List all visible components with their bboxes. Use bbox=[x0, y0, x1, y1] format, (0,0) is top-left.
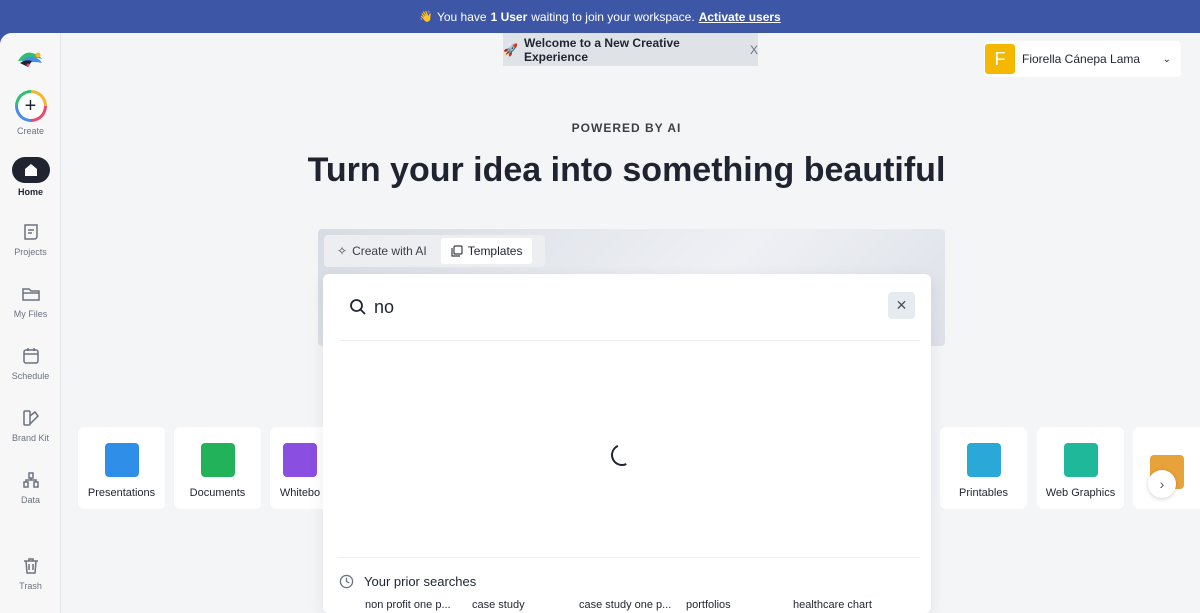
close-icon: ✕ bbox=[895, 297, 908, 313]
prior-search-item[interactable]: case study bbox=[472, 599, 579, 611]
web-graphics-icon bbox=[1063, 443, 1098, 477]
hero-eyebrow: POWERED BY AI bbox=[571, 121, 682, 135]
loading-spinner bbox=[607, 440, 637, 470]
welcome-text: Welcome to a New Creative Experience bbox=[523, 35, 680, 64]
category-label: Presentations bbox=[87, 487, 156, 499]
divider bbox=[338, 340, 920, 341]
printer-icon bbox=[966, 443, 1001, 477]
category-label: Documents bbox=[189, 487, 246, 499]
category-label: Whitebo bbox=[279, 487, 321, 499]
welcome-toast: 🚀 Welcome to a New Creative Experience X bbox=[503, 33, 758, 66]
prior-searches-title: Your prior searches bbox=[364, 574, 477, 589]
category-label: Printables bbox=[959, 487, 1008, 499]
sidebar-item-my-files[interactable]: My Files bbox=[0, 283, 61, 319]
page-title: Turn your idea into something beautiful bbox=[307, 151, 946, 189]
carousel-next-button[interactable]: › bbox=[1148, 470, 1176, 498]
user-menu[interactable]: F Fiorella Cánepa Lama ⌄ bbox=[984, 41, 1181, 77]
chevron-right-icon: › bbox=[1159, 476, 1165, 492]
chevron-down-icon: ⌄ bbox=[1162, 53, 1171, 65]
category-presentations[interactable]: Presentations bbox=[78, 427, 165, 509]
activate-users-link[interactable]: Activate users bbox=[699, 10, 781, 24]
sidebar-item-label: Brand Kit bbox=[11, 433, 50, 443]
data-icon bbox=[20, 469, 42, 491]
prior-search-item[interactable]: healthcare chart bbox=[793, 599, 900, 611]
sidebar-item-trash[interactable]: Trash bbox=[0, 555, 61, 591]
avatar: F bbox=[985, 44, 1015, 74]
calendar-icon bbox=[20, 345, 42, 367]
sidebar-item-label: Data bbox=[20, 495, 40, 505]
template-search-dropdown: ✕ Your prior searches non profit one p..… bbox=[323, 274, 931, 613]
category-documents[interactable]: Documents bbox=[174, 427, 261, 509]
sidebar-item-label: Create bbox=[16, 126, 44, 136]
sidebar-item-label: Trash bbox=[19, 581, 42, 591]
clock-icon bbox=[339, 574, 354, 589]
trash-icon bbox=[20, 555, 42, 577]
sidebar-item-label: My Files bbox=[13, 309, 48, 319]
projects-icon bbox=[20, 221, 42, 243]
sidebar-item-label: Schedule bbox=[11, 371, 50, 381]
search-icon bbox=[350, 299, 366, 315]
sidebar-item-data[interactable]: Data bbox=[0, 469, 61, 505]
search-input[interactable] bbox=[374, 296, 854, 318]
prior-searches-list: non profit one p... case study case stud… bbox=[365, 599, 900, 611]
category-web-graphics[interactable]: Web Graphics bbox=[1037, 427, 1124, 509]
category-whiteboards[interactable]: Whitebo bbox=[270, 427, 330, 509]
category-printables[interactable]: Printables bbox=[940, 427, 1027, 509]
category-label: Web Graphics bbox=[1045, 487, 1116, 499]
sidebar-item-label: Projects bbox=[14, 247, 47, 257]
app-window: + Create Home Projects My Files Schedule… bbox=[0, 33, 1200, 613]
prior-searches-header: Your prior searches bbox=[339, 574, 476, 589]
plus-icon: + bbox=[17, 93, 44, 119]
tab-label: Create with AI bbox=[352, 244, 427, 258]
rocket-icon: 🚀 bbox=[503, 42, 518, 57]
prior-search-item[interactable]: case study one p... bbox=[579, 599, 686, 611]
folder-icon bbox=[20, 283, 42, 305]
document-icon bbox=[200, 443, 235, 477]
sidebar-item-label: Home bbox=[17, 187, 43, 197]
banner-prefix: You have bbox=[436, 9, 487, 24]
tab-create-with-ai[interactable]: ✧ Create with AI bbox=[327, 238, 437, 264]
prior-search-item[interactable]: non profit one p... bbox=[365, 599, 472, 611]
whiteboard-icon bbox=[283, 443, 317, 477]
divider bbox=[338, 557, 920, 558]
sidebar-item-schedule[interactable]: Schedule bbox=[0, 345, 61, 381]
sidebar-item-projects[interactable]: Projects bbox=[0, 221, 61, 257]
prior-search-item[interactable]: portfolios bbox=[686, 599, 793, 611]
sidebar-item-brand-kit[interactable]: Brand Kit bbox=[0, 407, 61, 443]
tab-templates[interactable]: Templates bbox=[440, 238, 533, 264]
clear-search-button[interactable]: ✕ bbox=[888, 292, 915, 319]
app-logo-icon bbox=[18, 52, 42, 67]
main-content: 🚀 Welcome to a New Creative Experience X… bbox=[61, 33, 1200, 613]
sparkle-icon: ✧ bbox=[337, 244, 348, 258]
user-name: Fiorella Cánepa Lama bbox=[1022, 52, 1141, 66]
brand-kit-icon bbox=[20, 407, 42, 429]
create-ring: + bbox=[14, 90, 47, 122]
presentation-icon bbox=[104, 443, 139, 477]
invite-banner: 👋 You have 1 User waiting to join your w… bbox=[0, 0, 1200, 33]
welcome-close-button[interactable]: X bbox=[750, 43, 758, 57]
home-icon bbox=[11, 157, 50, 183]
banner-suffix: waiting to join your workspace. bbox=[531, 9, 695, 24]
sidebar-item-home[interactable]: Home bbox=[0, 157, 61, 197]
mode-tabs: ✧ Create with AI Templates bbox=[324, 235, 545, 267]
sidebar-item-create[interactable]: + Create bbox=[0, 90, 61, 136]
templates-icon bbox=[451, 245, 463, 257]
wave-icon: 👋 bbox=[419, 11, 433, 23]
banner-count: 1 User bbox=[490, 9, 528, 24]
search-row bbox=[323, 274, 931, 340]
tab-label: Templates bbox=[467, 244, 523, 258]
sidebar: + Create Home Projects My Files Schedule… bbox=[0, 33, 61, 613]
